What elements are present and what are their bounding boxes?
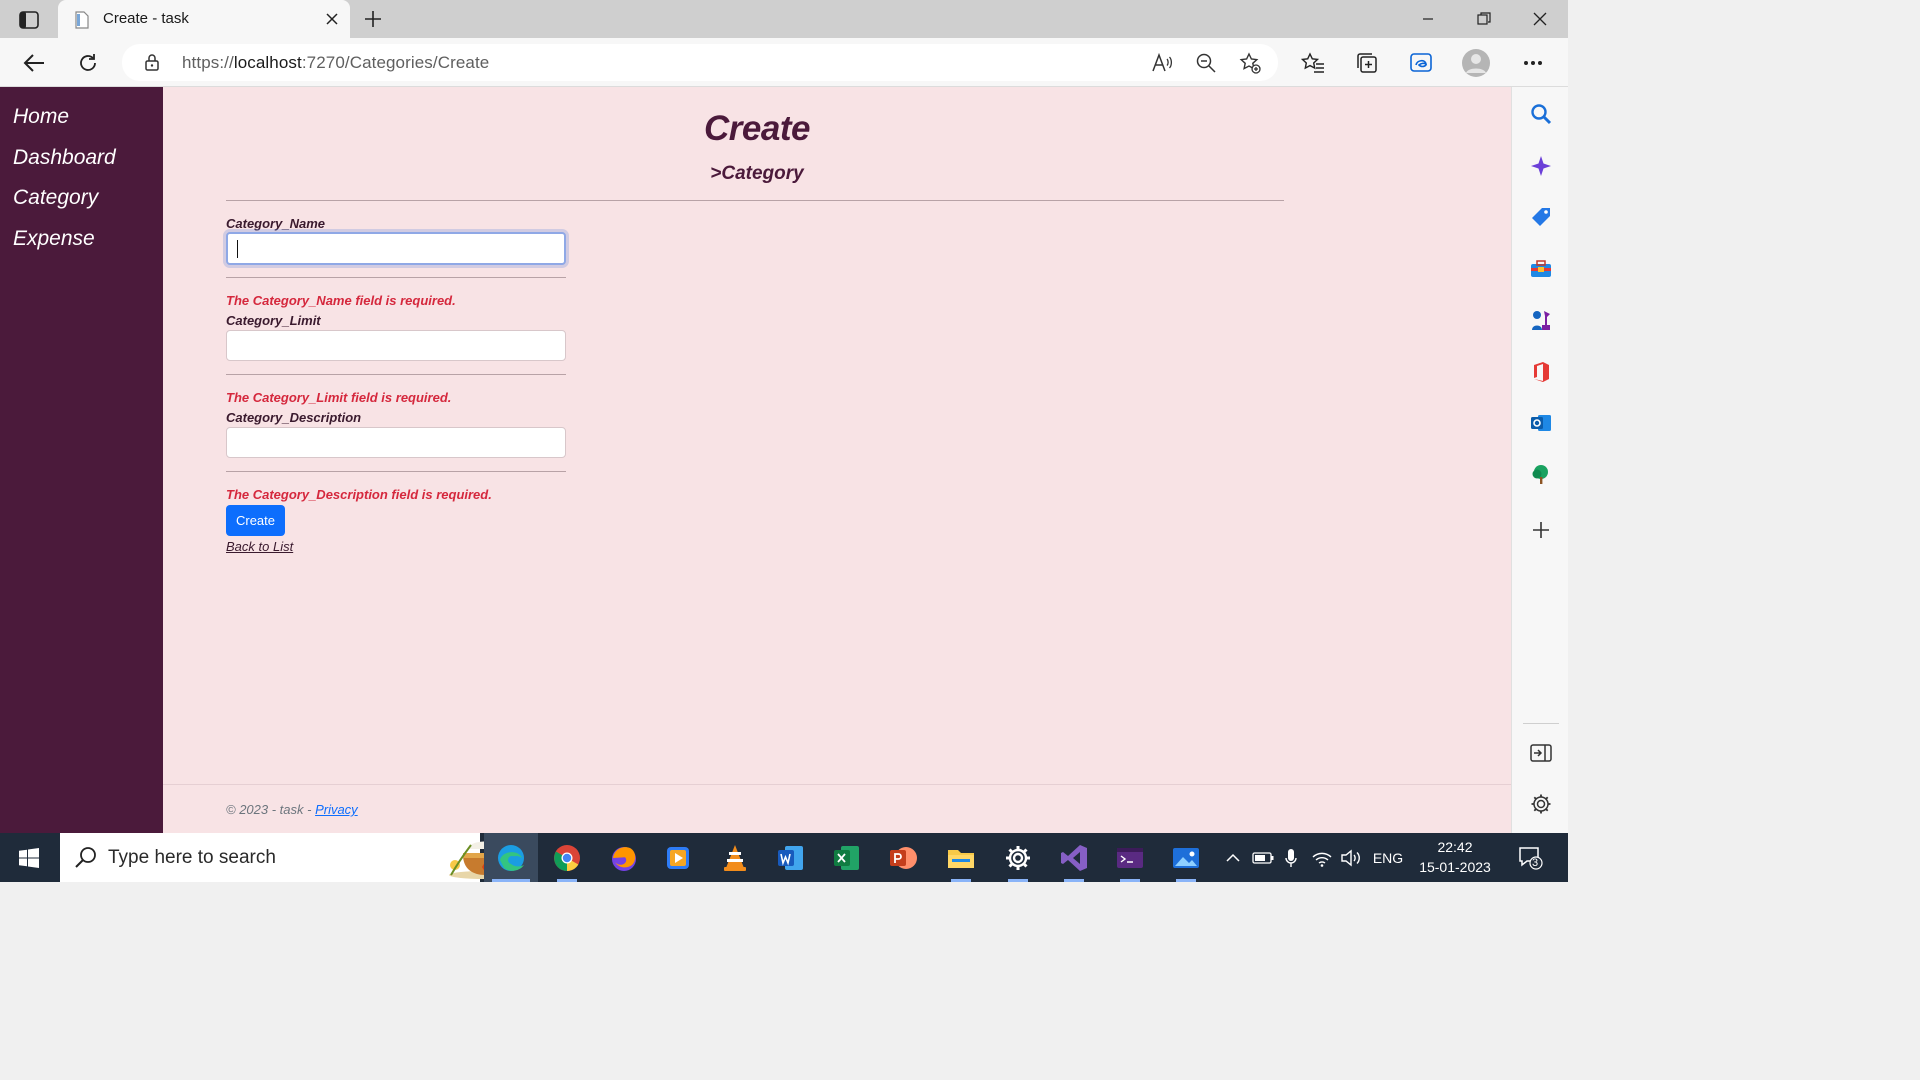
lock-icon[interactable]	[144, 53, 160, 76]
tree-icon[interactable]	[1528, 461, 1554, 487]
add-favorite-icon[interactable]	[1237, 50, 1263, 76]
page-viewport: Home Dashboard Category Expense Create >…	[0, 87, 1511, 833]
edge-sidebar	[1511, 87, 1568, 833]
app-sidebar: Home Dashboard Category Expense	[0, 87, 163, 833]
close-window-icon[interactable]	[1512, 0, 1568, 38]
wifi-icon[interactable]	[1308, 833, 1336, 882]
browser-tab-active[interactable]: Create - task	[58, 0, 350, 38]
sidebar-divider	[1523, 723, 1559, 724]
clock-time: 22:42	[1437, 839, 1473, 855]
visual-studio-icon[interactable]	[1047, 833, 1101, 882]
category-name-input[interactable]	[226, 232, 566, 265]
page-icon	[74, 11, 90, 29]
address-bar[interactable]: https://localhost:7270/Categories/Create	[122, 44, 1278, 81]
copilot-sparkle-icon[interactable]	[1528, 153, 1554, 179]
tab-actions-icon[interactable]	[10, 6, 48, 34]
back-arrow-icon[interactable]	[18, 47, 50, 79]
edge-browser-icon[interactable]	[484, 833, 538, 882]
window-controls	[1400, 0, 1568, 38]
settings-more-icon[interactable]	[1517, 47, 1549, 79]
language-indicator[interactable]: ENG	[1368, 833, 1408, 882]
search-placeholder: Type here to search	[108, 847, 276, 868]
nav-dashboard-link[interactable]: Dashboard	[13, 146, 116, 170]
battery-icon[interactable]	[1250, 833, 1276, 882]
clock[interactable]: 22:42 15-01-2023	[1418, 837, 1492, 877]
powerpoint-icon[interactable]	[876, 833, 930, 882]
microphone-icon[interactable]	[1280, 833, 1302, 882]
taskbar-search-box[interactable]: Type here to search	[60, 833, 521, 882]
new-tab-icon[interactable]	[360, 6, 386, 32]
show-hidden-icons-chevron-icon[interactable]	[1220, 833, 1246, 882]
category-description-error: The Category_Description field is requir…	[226, 487, 492, 502]
refresh-icon[interactable]	[72, 47, 104, 79]
tools-briefcase-icon[interactable]	[1528, 256, 1554, 282]
clock-date: 15-01-2023	[1419, 859, 1491, 875]
notifications-icon[interactable]: 3	[1510, 833, 1550, 882]
notification-count: 3	[1532, 857, 1539, 869]
search-icon	[74, 845, 98, 874]
file-explorer-icon[interactable]	[934, 833, 988, 882]
volume-icon[interactable]	[1338, 833, 1364, 882]
outlook-icon[interactable]	[1528, 410, 1554, 436]
windows-taskbar: Type here to search ENG 22:42 15-01-2023…	[0, 833, 1568, 882]
nav-category-link[interactable]: Category	[13, 186, 98, 210]
url-scheme: https://	[182, 53, 234, 72]
nav-home-link[interactable]: Home	[13, 105, 69, 129]
field-divider	[226, 471, 566, 472]
create-button[interactable]: Create	[226, 505, 285, 536]
windows-start-icon[interactable]	[0, 833, 58, 882]
url-path: :7270/Categories/Create	[301, 53, 490, 72]
settings-gear-icon[interactable]	[991, 833, 1045, 882]
excel-icon[interactable]	[820, 833, 874, 882]
category-limit-input[interactable]	[226, 330, 566, 361]
page-subtitle: >Category	[710, 163, 804, 184]
category-description-label: Category_Description	[226, 410, 362, 425]
edge-performance-icon[interactable]	[1405, 47, 1437, 79]
browser-toolbar: https://localhost:7270/Categories/Create	[0, 38, 1568, 87]
category-description-input[interactable]	[226, 427, 566, 458]
field-divider	[226, 374, 566, 375]
games-chess-icon[interactable]	[1528, 307, 1554, 333]
url-text[interactable]: https://localhost:7270/Categories/Create	[182, 53, 489, 73]
back-to-list-link[interactable]: Back to List	[226, 539, 293, 554]
field-divider	[226, 277, 566, 278]
category-name-label: Category_Name	[226, 216, 325, 231]
vlc-icon[interactable]	[708, 833, 762, 882]
photos-icon[interactable]	[1159, 833, 1213, 882]
close-tab-icon[interactable]	[322, 9, 342, 29]
footer-divider	[163, 784, 1511, 785]
word-icon[interactable]	[764, 833, 818, 882]
chrome-icon[interactable]	[540, 833, 594, 882]
title-divider	[226, 200, 1284, 201]
text-caret	[237, 240, 238, 258]
category-name-error: The Category_Name field is required.	[226, 293, 456, 308]
office-icon[interactable]	[1528, 359, 1554, 385]
url-host: localhost	[233, 53, 302, 72]
nav-expense-link[interactable]: Expense	[13, 227, 95, 251]
firefox-icon[interactable]	[597, 833, 651, 882]
category-limit-label: Category_Limit	[226, 313, 321, 328]
page-main: Create >Category Category_Name The Categ…	[163, 87, 1511, 833]
zoom-out-icon[interactable]	[1193, 50, 1219, 76]
page-footer: © 2023 - task - Privacy	[226, 802, 358, 817]
privacy-link[interactable]: Privacy	[315, 802, 358, 817]
search-icon[interactable]	[1528, 101, 1554, 127]
footer-copyright: © 2023 - task -	[226, 802, 316, 817]
add-icon[interactable]	[1528, 517, 1554, 543]
hide-sidebar-icon[interactable]	[1528, 740, 1554, 766]
gear-icon[interactable]	[1528, 791, 1554, 817]
favorites-icon[interactable]	[1297, 47, 1329, 79]
shopping-tag-icon[interactable]	[1528, 204, 1554, 230]
media-player-icon[interactable]	[651, 833, 705, 882]
collections-icon[interactable]	[1351, 47, 1383, 79]
read-aloud-icon[interactable]	[1149, 50, 1175, 76]
tab-title: Create - task	[103, 10, 189, 27]
profile-avatar-icon[interactable]	[1460, 47, 1492, 79]
terminal-icon[interactable]	[1103, 833, 1157, 882]
minimize-icon[interactable]	[1400, 0, 1456, 38]
browser-tab-strip: Create - task	[0, 0, 1568, 38]
category-limit-error: The Category_Limit field is required.	[226, 390, 452, 405]
page-title: Create	[704, 109, 810, 148]
restore-icon[interactable]	[1456, 0, 1512, 38]
